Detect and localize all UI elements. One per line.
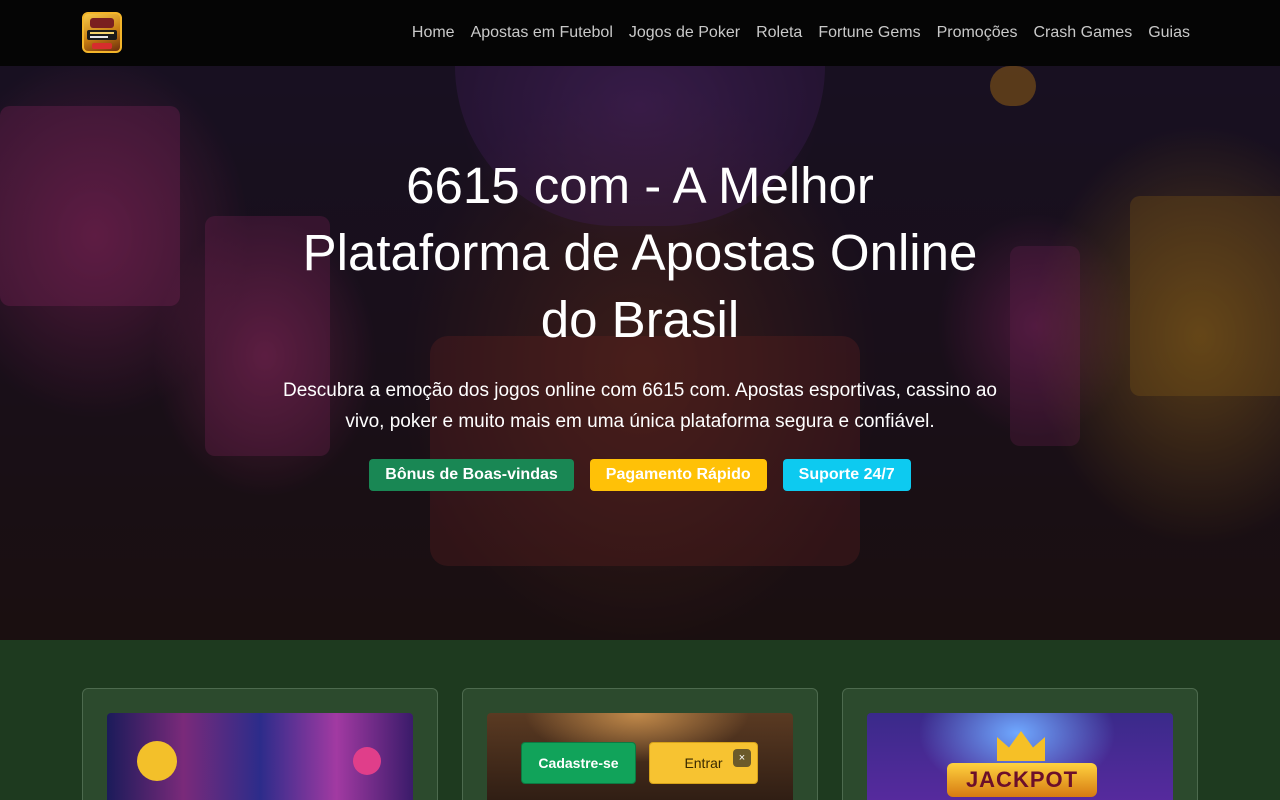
hero-section: 6615 com - A Melhor Plataforma de Aposta… bbox=[0, 66, 1280, 640]
top-navbar: Home Apostas em Futebol Jogos de Poker R… bbox=[0, 0, 1280, 66]
nav-link-roleta[interactable]: Roleta bbox=[756, 24, 802, 42]
hero-title: 6615 com - A Melhor Plataforma de Aposta… bbox=[302, 157, 978, 348]
badge-suporte-24-7: Suporte 24/7 bbox=[782, 459, 911, 491]
logo-top-shape bbox=[90, 18, 114, 28]
badge-pagamento-rapido: Pagamento Rápido bbox=[589, 459, 767, 491]
hero-description: Descubra a emoção dos jogos online com 6… bbox=[283, 380, 997, 432]
nav-link-home[interactable]: Home bbox=[412, 24, 455, 42]
nav-link-fortune-gems[interactable]: Fortune Gems bbox=[818, 24, 920, 42]
jackpot-label: JACKPOT bbox=[947, 763, 1097, 797]
game-card-slots[interactable] bbox=[82, 688, 438, 800]
nav-link-jogos-poker[interactable]: Jogos de Poker bbox=[629, 24, 740, 42]
game-card-image-jackpot: JACKPOT bbox=[867, 713, 1173, 800]
game-card-image-slots bbox=[107, 713, 413, 800]
game-card-jackpot[interactable]: JACKPOT bbox=[842, 688, 1198, 800]
close-icon[interactable]: × bbox=[733, 749, 751, 767]
site-logo[interactable] bbox=[82, 12, 122, 53]
register-button[interactable]: Cadastre-se bbox=[521, 742, 636, 784]
badge-bonus-boas-vindas: Bônus de Boas-vindas bbox=[369, 459, 574, 491]
nav-link-promocoes[interactable]: Promoções bbox=[937, 24, 1018, 42]
hero-content: 6615 com - A Melhor Plataforma de Aposta… bbox=[0, 66, 1280, 640]
logo-bottom-shape bbox=[92, 43, 112, 49]
nav-link-apostas-futebol[interactable]: Apostas em Futebol bbox=[471, 24, 613, 42]
hero-badges: Bônus de Boas-vindas Pagamento Rápido Su… bbox=[0, 459, 1280, 491]
crown-icon bbox=[997, 731, 1045, 761]
logo-mid-shape bbox=[87, 30, 117, 40]
nav-link-guias[interactable]: Guias bbox=[1148, 24, 1190, 42]
nav-links: Home Apostas em Futebol Jogos de Poker R… bbox=[412, 0, 1190, 66]
floating-cta: Cadastre-se Entrar bbox=[521, 742, 759, 786]
nav-link-crash-games[interactable]: Crash Games bbox=[1034, 24, 1133, 42]
